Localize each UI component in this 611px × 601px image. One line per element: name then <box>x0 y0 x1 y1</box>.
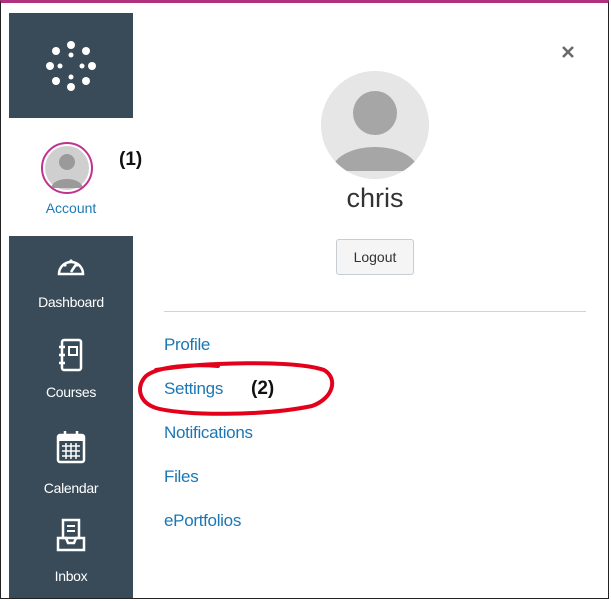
nav-item-label-inbox: Inbox <box>54 568 88 584</box>
nav-item-label-courses: Courses <box>45 384 97 400</box>
canvas-logo-icon[interactable] <box>9 13 133 118</box>
screenshot-frame: Account Dashboard Courses Calendar Inbox… <box>0 0 609 599</box>
speedometer-icon <box>9 252 133 278</box>
nav-item-calendar[interactable]: Calendar <box>9 416 133 506</box>
nav-item-label-account: Account <box>45 200 97 216</box>
nav-item-label-dashboard: Dashboard <box>38 294 104 310</box>
nav-item-dashboard[interactable]: Dashboard <box>9 236 133 326</box>
divider <box>164 311 586 312</box>
calendar-icon <box>9 430 133 464</box>
avatar-icon <box>41 142 93 194</box>
user-avatar <box>321 71 429 179</box>
inbox-icon <box>9 518 133 552</box>
global-nav-sidebar: Account Dashboard Courses Calendar Inbox <box>9 13 133 598</box>
highlight-ellipse <box>138 361 335 416</box>
eportfolios-link[interactable]: ePortfolios <box>164 511 241 531</box>
nav-item-courses[interactable]: Courses <box>9 326 133 416</box>
notifications-link[interactable]: Notifications <box>164 423 253 443</box>
logout-button[interactable]: Logout <box>336 239 414 275</box>
close-icon[interactable] <box>557 41 579 63</box>
book-icon <box>9 338 133 372</box>
files-link[interactable]: Files <box>164 467 199 487</box>
user-name: chris <box>346 183 404 213</box>
nav-item-inbox[interactable]: Inbox <box>9 506 133 596</box>
profile-link[interactable]: Profile <box>164 335 210 355</box>
nav-item-label-calendar: Calendar <box>43 480 99 496</box>
nav-item-account[interactable]: Account <box>9 118 133 236</box>
annotation-step-1: (1) <box>119 149 143 170</box>
